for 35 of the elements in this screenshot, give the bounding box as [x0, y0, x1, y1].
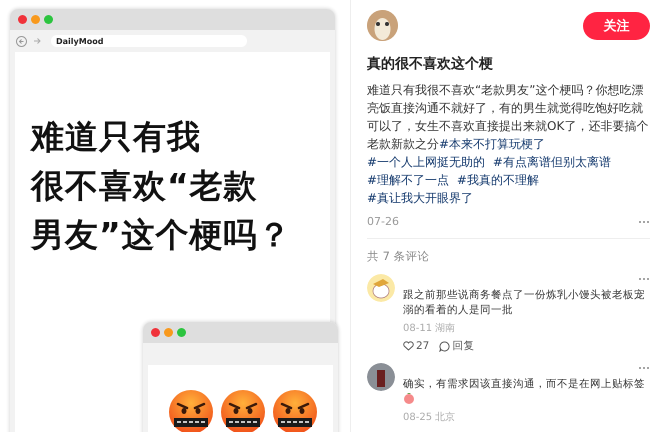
hashtag-link[interactable]: #理解不了一点	[367, 173, 450, 187]
maximize-dot-icon	[44, 15, 53, 24]
comment-meta: 08-11 湖南	[403, 322, 456, 335]
address-field: DailyMood	[51, 35, 247, 47]
follow-button[interactable]: 关注	[583, 12, 650, 40]
minimize-dot-icon	[164, 328, 173, 337]
hashtag-link[interactable]: #本来不打算玩梗了	[439, 137, 546, 151]
post-body: 难道只有我很不喜欢“老款男友”这个梗吗？你想吃漂亮饭直接沟通不就好了，有的男生就觉得吃饱好吃就可以了，女生不喜欢直接提出来就OK了，还非要搞个老款新款之分#本来不打算玩梗了 #一个人上网挺无助的 #有点离谱但别太离谱 #理解不了一点 #我真的不理解 #真让我大开眼界了	[367, 82, 650, 207]
comment-meta: 08-25 北京	[403, 410, 456, 424]
comment-text: 确实，有需求因该直接沟通，而不是在网上贴标签	[403, 377, 650, 407]
minimize-dot-icon	[31, 15, 40, 24]
peach-icon	[403, 392, 415, 404]
like-button[interactable]: 27	[403, 340, 430, 352]
headline-text: 难道只有我	[31, 116, 202, 158]
forward-icon	[33, 37, 41, 45]
close-dot-icon	[18, 15, 27, 24]
close-dot-icon	[151, 328, 160, 337]
more-icon[interactable]	[638, 366, 650, 370]
hashtag-link[interactable]: #我真的不理解	[456, 173, 539, 187]
comment-count: 共 7 条评论	[367, 249, 431, 264]
reply-button[interactable]: 回复	[439, 339, 474, 353]
headline-text: 很不喜欢“老款	[31, 165, 259, 207]
post-title: 真的很不喜欢这个梗	[367, 55, 494, 73]
comment-text: 跟之前那些说商务餐点了一份炼乳小馒头被老板宠溺的看着的人是同一批	[403, 288, 646, 318]
hashtag-link[interactable]: #真让我大开眼界了	[367, 191, 474, 205]
back-icon	[16, 36, 27, 46]
heart-icon	[403, 341, 414, 351]
more-icon[interactable]	[638, 277, 650, 281]
post-date: 07-26	[367, 215, 399, 228]
hashtag-link[interactable]: #有点离谱但别太离谱	[492, 155, 611, 169]
headline-text: 男友”这个梗吗？	[31, 214, 293, 256]
more-icon[interactable]	[638, 220, 650, 224]
speech-bubble-icon	[439, 340, 450, 352]
hashtag-link[interactable]: #一个人上网挺无助的	[367, 155, 486, 169]
maximize-dot-icon	[177, 328, 186, 337]
